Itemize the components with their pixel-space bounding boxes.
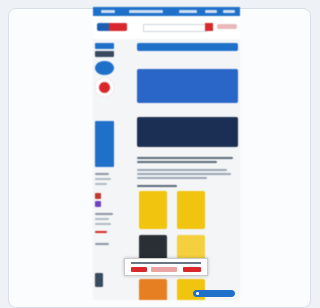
cookie-accept-button[interactable] xyxy=(183,267,201,272)
payment-icon xyxy=(95,201,101,207)
sidebar-menu[interactable] xyxy=(95,121,114,167)
promo-banner[interactable] xyxy=(137,117,238,147)
cookie-settings-link[interactable] xyxy=(151,267,177,272)
percent-badge-icon xyxy=(95,78,114,97)
topbar-item[interactable] xyxy=(179,10,197,13)
website-screenshot xyxy=(93,7,240,300)
site-logo[interactable] xyxy=(97,23,127,31)
search-input[interactable] xyxy=(143,24,207,32)
sidebar-link[interactable] xyxy=(95,231,107,233)
payment-icon xyxy=(95,193,101,199)
globe-icon xyxy=(95,61,114,75)
sidebar-heading[interactable] xyxy=(95,43,114,49)
hero-banner[interactable] xyxy=(137,69,238,103)
search-icon[interactable] xyxy=(205,23,213,31)
topbar-item[interactable] xyxy=(205,10,217,13)
cookie-text xyxy=(131,262,201,264)
cookie-button[interactable] xyxy=(131,267,147,272)
sidebar-badge xyxy=(95,51,114,57)
topbar-item[interactable] xyxy=(101,10,115,13)
product-card[interactable] xyxy=(139,279,167,300)
chat-icon[interactable] xyxy=(196,292,199,295)
section-heading xyxy=(137,185,177,187)
sidebar-list-item[interactable] xyxy=(95,218,109,220)
text-line xyxy=(137,173,231,175)
text-line xyxy=(137,169,227,171)
sidebar-list-item[interactable] xyxy=(95,178,111,180)
heading-line xyxy=(137,157,233,159)
sidebar-list-item[interactable] xyxy=(95,213,113,215)
heading-line xyxy=(137,161,217,163)
sidebar-list-item[interactable] xyxy=(95,223,111,225)
sidebar-list-item[interactable] xyxy=(95,243,109,245)
trust-badge xyxy=(95,273,103,287)
text-line xyxy=(137,177,207,179)
sidebar-list-item[interactable] xyxy=(95,173,109,175)
topbar-item[interactable] xyxy=(223,10,235,13)
product-card[interactable] xyxy=(139,191,167,229)
sidebar-list-item[interactable] xyxy=(95,183,107,185)
topbar-item[interactable] xyxy=(129,10,163,13)
cookie-consent-banner xyxy=(124,258,208,276)
top-info-bar xyxy=(93,7,240,16)
promo-bar[interactable] xyxy=(137,43,238,51)
cart-icon[interactable] xyxy=(217,24,237,29)
chat-widget[interactable] xyxy=(193,290,235,297)
sidebar xyxy=(95,43,114,298)
product-card[interactable] xyxy=(177,191,205,229)
